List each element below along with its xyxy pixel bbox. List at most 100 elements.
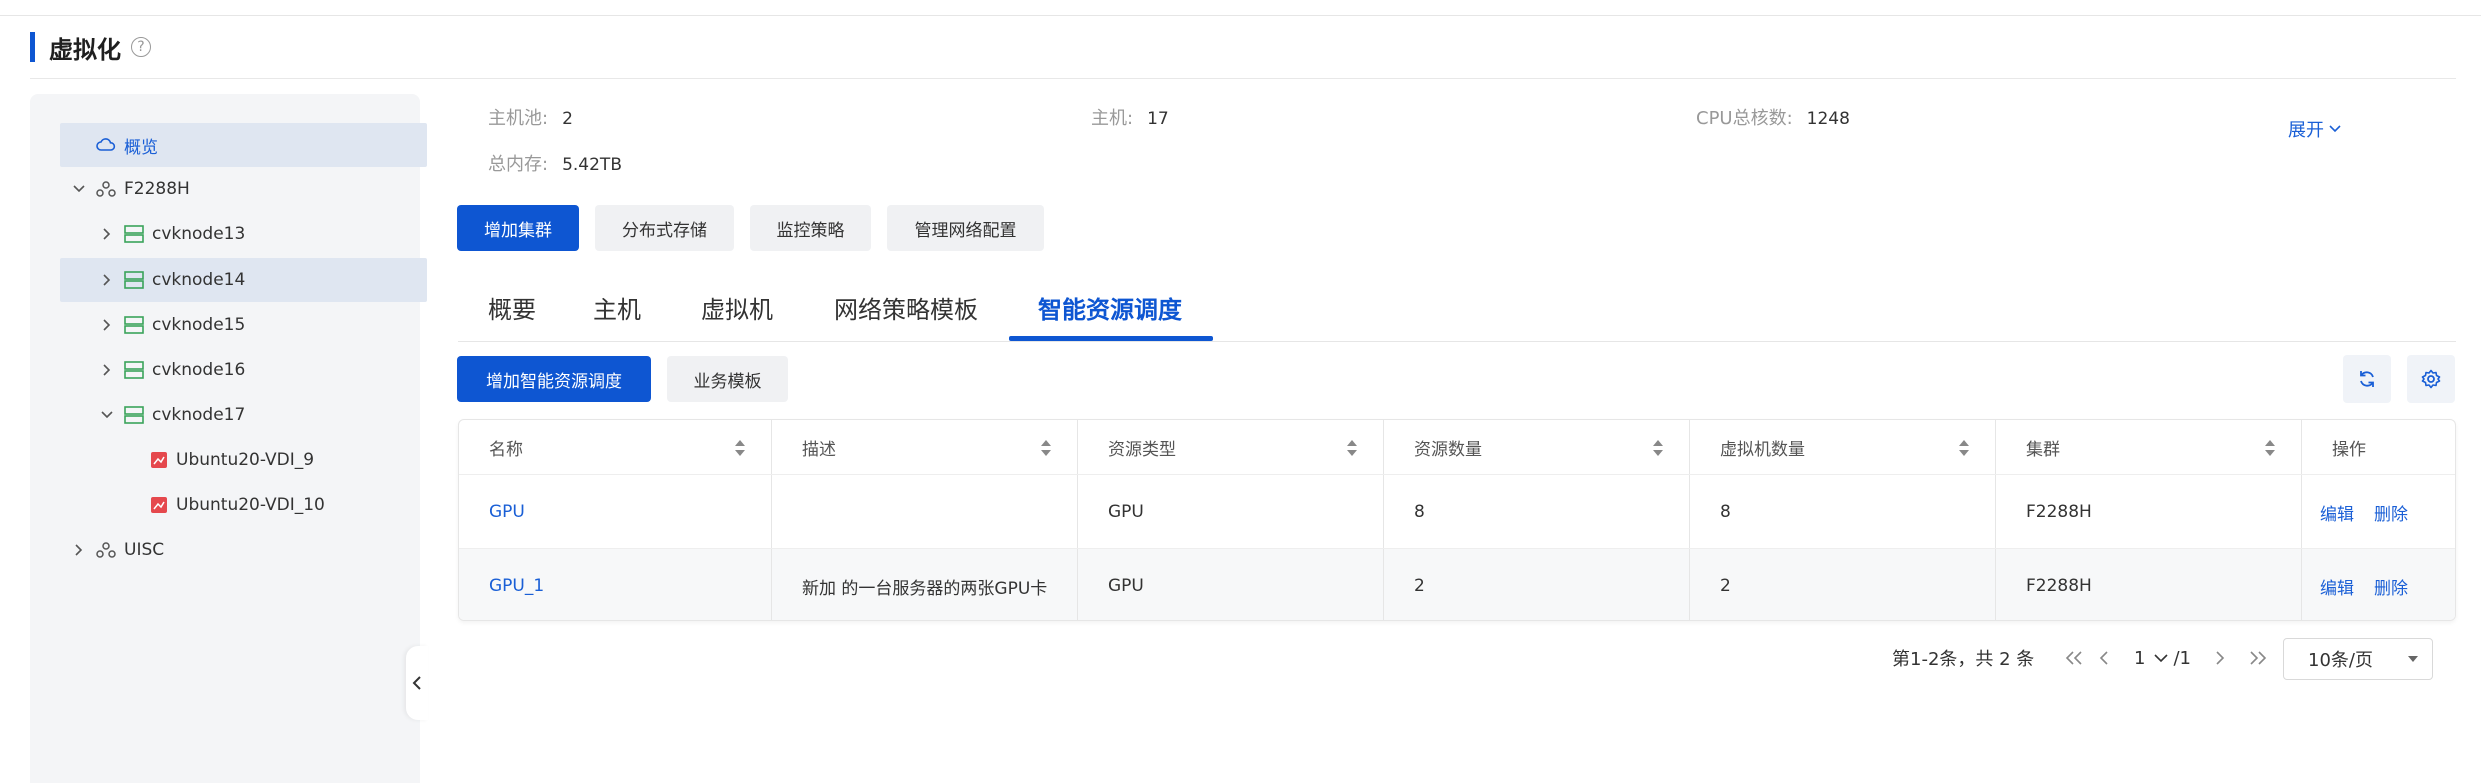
- table-row: GPU_1 新加 的一台服务器的两张GPU卡 GPU 2 2 F2288H 编辑…: [459, 548, 2455, 620]
- server-icon: [124, 316, 144, 334]
- refresh-button[interactable]: [2343, 355, 2391, 403]
- sort-icon[interactable]: [1345, 438, 1359, 458]
- tab-drs[interactable]: 智能资源调度: [1038, 290, 1182, 325]
- summary-value: 17: [1147, 109, 1169, 129]
- sort-icon[interactable]: [1651, 438, 1665, 458]
- double-chevron-right-icon: [2250, 651, 2267, 665]
- business-template-button[interactable]: 业务模板: [667, 356, 788, 402]
- header-divider: [30, 78, 2456, 79]
- expand-link[interactable]: 展开: [2288, 116, 2342, 142]
- cluster-icon: [96, 181, 116, 197]
- chevron-right-icon[interactable]: [72, 543, 86, 557]
- top-divider: [0, 0, 2481, 16]
- settings-button[interactable]: [2407, 355, 2455, 403]
- chevron-right-icon[interactable]: [100, 363, 114, 377]
- column-header-type[interactable]: 资源类型: [1078, 420, 1384, 474]
- sidebar-item-overview[interactable]: 概览: [60, 123, 427, 167]
- sidebar-item-label: cvknode13: [152, 224, 246, 244]
- sort-icon[interactable]: [1039, 438, 1053, 458]
- sidebar-item-label: Ubuntu20-VDI_10: [176, 495, 325, 515]
- delete-link[interactable]: 删除: [2374, 500, 2408, 525]
- edit-link[interactable]: 编辑: [2320, 500, 2354, 525]
- chevron-right-icon[interactable]: [100, 273, 114, 287]
- row-name-link[interactable]: GPU: [489, 502, 525, 522]
- summary-memory: 总内存: 5.42TB: [488, 150, 622, 176]
- cell-desc: 新加 的一台服务器的两张GPU卡: [772, 549, 1078, 620]
- distributed-storage-button[interactable]: 分布式存储: [595, 205, 734, 251]
- table-row: GPU GPU 8 8 F2288H 编辑 删除: [459, 474, 2455, 549]
- sidebar-item-label: cvknode16: [152, 360, 246, 380]
- sidebar-item-host[interactable]: cvknode16: [60, 348, 427, 392]
- cell-actions: 编辑 删除: [2302, 475, 2455, 549]
- tab-hosts[interactable]: 主机: [593, 290, 641, 325]
- cell-vm-count: 2: [1690, 549, 1996, 620]
- tab-network-policy-template[interactable]: 网络策略模板: [834, 290, 978, 325]
- sidebar-item-label: F2288H: [124, 179, 190, 199]
- column-header-vm-count[interactable]: 虚拟机数量: [1690, 420, 1996, 474]
- column-header-name[interactable]: 名称: [459, 420, 772, 474]
- add-cluster-button[interactable]: 增加集群: [457, 205, 579, 251]
- sidebar-item-cluster[interactable]: F2288H: [60, 167, 427, 211]
- sidebar-item-label: UISC: [124, 540, 165, 560]
- sidebar-item-label: cvknode14: [152, 270, 246, 290]
- tab-bar: 概要 主机 虚拟机 网络策略模板 智能资源调度: [458, 280, 2456, 342]
- cell-type: GPU: [1078, 549, 1384, 620]
- sort-icon[interactable]: [733, 438, 747, 458]
- server-icon: [124, 271, 144, 289]
- column-header-label: 虚拟机数量: [1720, 439, 1805, 460]
- cell-count: 2: [1384, 549, 1690, 620]
- monitor-policy-button[interactable]: 监控策略: [750, 205, 871, 251]
- row-name-link[interactable]: GPU_1: [489, 576, 544, 596]
- tab-vms[interactable]: 虚拟机: [701, 290, 773, 325]
- double-chevron-left-icon: [2065, 651, 2082, 665]
- column-header-label: 描述: [802, 439, 836, 460]
- sort-icon[interactable]: [2263, 438, 2277, 458]
- page-title: 虚拟化: [49, 35, 121, 64]
- prev-page-button[interactable]: [2098, 636, 2110, 680]
- column-header-desc[interactable]: 描述: [772, 420, 1078, 474]
- sidebar-item-cluster[interactable]: UISC: [60, 528, 427, 572]
- summary-label: 主机:: [1091, 108, 1134, 129]
- sidebar-collapse-button[interactable]: [406, 646, 428, 720]
- sidebar-item-vm[interactable]: Ubuntu20-VDI_9: [60, 438, 427, 482]
- column-header-count[interactable]: 资源数量: [1384, 420, 1690, 474]
- page-size-select[interactable]: 10条/页: [2283, 638, 2433, 680]
- chevron-right-icon: [2216, 651, 2225, 665]
- tab-overview[interactable]: 概要: [488, 290, 536, 325]
- edit-link[interactable]: 编辑: [2320, 574, 2354, 599]
- pagination-range: 第1-2条，共 2 条: [1892, 649, 2035, 670]
- sidebar: 概览 F2288H cvknode13 cvknode14 cvknode15 …: [30, 94, 427, 783]
- question-circle-icon[interactable]: ?: [131, 37, 151, 57]
- first-page-button[interactable]: [2064, 636, 2084, 680]
- chevron-right-icon[interactable]: [100, 318, 114, 332]
- column-header-label: 操作: [2332, 439, 2366, 460]
- column-header-cluster[interactable]: 集群: [1996, 420, 2302, 474]
- chevron-down-icon[interactable]: [100, 408, 114, 422]
- delete-link[interactable]: 删除: [2374, 574, 2408, 599]
- sort-icon[interactable]: [1957, 438, 1971, 458]
- summary-cpu: CPU总核数: 1248: [1696, 104, 1850, 130]
- chevron-down-icon: [2154, 654, 2169, 663]
- column-header-label: 资源类型: [1108, 439, 1176, 460]
- sidebar-item-vm[interactable]: Ubuntu20-VDI_10: [60, 483, 427, 527]
- chevron-down-icon[interactable]: [72, 182, 86, 196]
- cell-vm-count: 8: [1690, 475, 1996, 549]
- sidebar-item-host[interactable]: cvknode15: [60, 303, 427, 347]
- column-header-actions: 操作: [2302, 420, 2455, 474]
- summary-host-pool: 主机池: 2: [488, 104, 573, 130]
- last-page-button[interactable]: [2248, 636, 2268, 680]
- add-drs-button[interactable]: 增加智能资源调度: [457, 356, 651, 402]
- cell-type: GPU: [1078, 475, 1384, 549]
- gear-icon: [2421, 369, 2441, 389]
- server-icon: [124, 406, 144, 424]
- next-page-button[interactable]: [2214, 636, 2226, 680]
- sidebar-item-host[interactable]: cvknode17: [60, 393, 427, 437]
- sidebar-item-host[interactable]: cvknode13: [60, 212, 427, 256]
- manage-network-button[interactable]: 管理网络配置: [887, 205, 1044, 251]
- chevron-right-icon[interactable]: [100, 227, 114, 241]
- cloud-icon: [96, 138, 116, 151]
- page-selector[interactable]: 1 /1: [2134, 636, 2191, 680]
- total-pages: /1: [2173, 647, 2191, 669]
- cell-name: GPU_1: [459, 549, 772, 620]
- sidebar-item-host[interactable]: cvknode14: [60, 258, 427, 302]
